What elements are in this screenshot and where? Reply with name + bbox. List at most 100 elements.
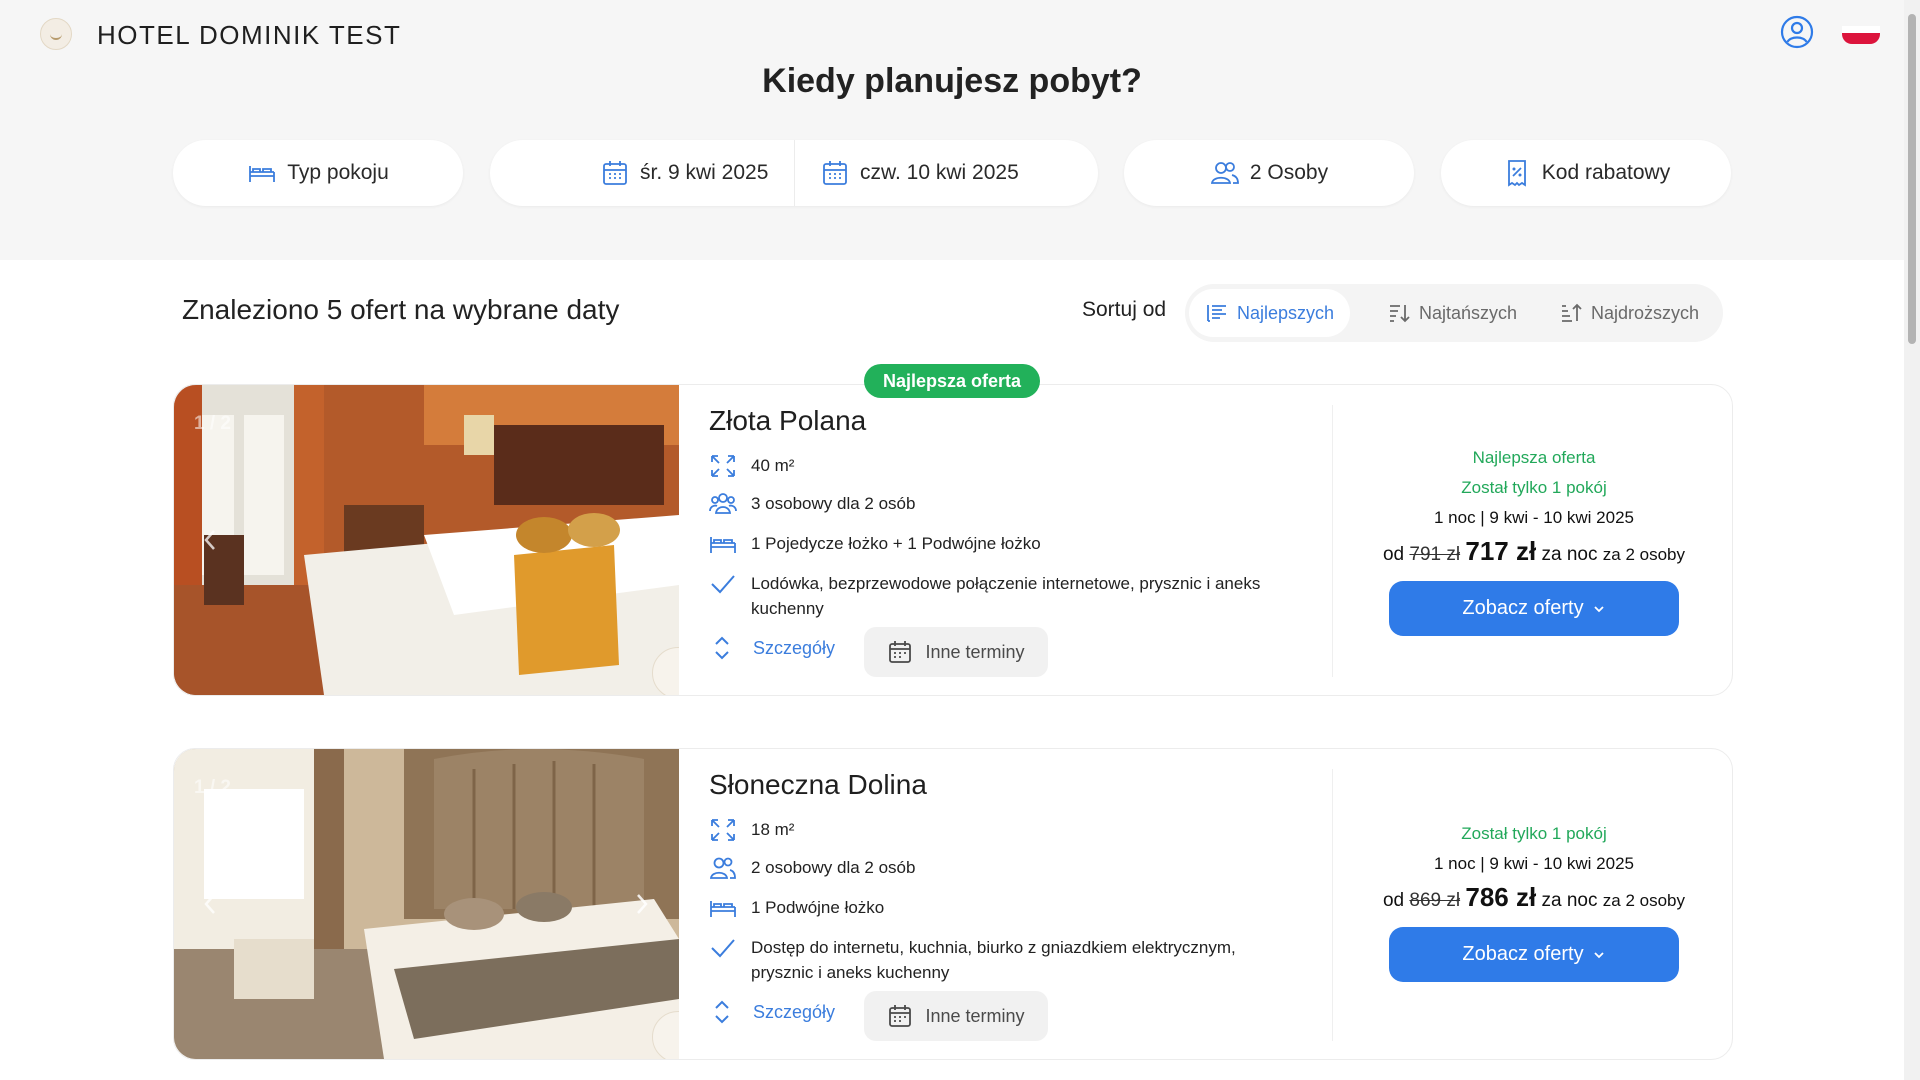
date-range-selector[interactable]: śr. 9 kwi 2025 czw. 10 kwi 2025 (490, 140, 1098, 206)
chevron-down-icon (1593, 951, 1604, 958)
image-counter: 1 / 2 (194, 413, 231, 434)
sort-ascending-icon (1390, 305, 1410, 323)
bed-icon (710, 537, 736, 553)
hotel-logo[interactable] (40, 18, 72, 50)
see-offers-button[interactable]: Zobacz oferty (1389, 581, 1679, 636)
expand-arrows-icon (711, 455, 735, 477)
room-card: 1 / 2 Złota Polana 40 m² 3 osobowy dla 2… (173, 384, 1733, 696)
other-dates-button[interactable]: Inne terminy (864, 991, 1048, 1041)
sort-most-expensive-button[interactable]: Najdroższych (1543, 289, 1715, 337)
room-amenities-value: Lodówka, bezprzewodowe połączenie intern… (751, 574, 1261, 618)
price-from: od (1382, 890, 1405, 911)
calendar-icon (889, 641, 912, 663)
card-divider (1332, 769, 1333, 1041)
sort-cheapest-label: Najtańszych (1419, 302, 1518, 323)
promo-code-selector[interactable]: Kod rabatowy (1441, 140, 1731, 206)
chevron-left-icon[interactable] (198, 891, 224, 917)
sort-most-expensive-label: Najdroższych (1591, 302, 1700, 323)
room-beds: 1 Podwójne łożko (709, 895, 884, 921)
room-area-value: 18 m² (751, 820, 795, 839)
user-account-icon[interactable] (1780, 15, 1814, 49)
expand-arrows-icon (711, 819, 735, 841)
stay-dates: 1 noc | 9 kwi - 10 kwi 2025 (1433, 508, 1634, 527)
page-scrollbar[interactable] (1904, 0, 1920, 1080)
calendar-icon (823, 161, 847, 185)
room-area: 40 m² (709, 453, 794, 479)
search-header-section: HOTEL DOMINIK TEST Kiedy planujesz pobyt… (0, 0, 1904, 260)
details-toggle[interactable]: Szczegóły (709, 999, 835, 1025)
room-capacity-value: 2 osobowy dla 2 osób (751, 858, 916, 877)
check-in-date[interactable]: śr. 9 kwi 2025 (600, 140, 768, 206)
bed-icon (710, 901, 736, 917)
image-counter: 1 / 2 (194, 777, 231, 798)
date-divider (794, 140, 795, 206)
other-dates-label: Inne terminy (925, 1005, 1025, 1026)
chevron-left-icon[interactable] (198, 527, 224, 553)
room-beds-value: 1 Podwójne łożko (751, 898, 885, 917)
for-people: za 2 osoby (1602, 891, 1685, 910)
expand-collapse-icon (715, 1000, 729, 1024)
bed-icon (249, 166, 276, 182)
expand-collapse-icon (715, 636, 729, 660)
checkmark-icon (711, 939, 735, 958)
room-photo-carousel[interactable]: 1 / 2 (174, 749, 679, 1059)
sort-best-button[interactable]: Najlepszych (1189, 289, 1351, 337)
check-out-date[interactable]: czw. 10 kwi 2025 (820, 140, 1019, 206)
room-amenities: Lodówka, bezprzewodowe połączenie intern… (709, 571, 1281, 621)
old-price: 869 zł (1409, 890, 1461, 911)
room-amenities: Dostęp do internetu, kuchnia, biurko z g… (709, 935, 1281, 985)
room-beds-value: 1 Pojedycze łożko + 1 Podwójne łożko (751, 534, 1041, 553)
group-icon (709, 493, 737, 514)
room-name[interactable]: Złota Polana (709, 405, 866, 437)
room-type-selector[interactable]: Typ pokoju (173, 140, 463, 206)
room-photo (174, 749, 679, 1059)
old-price: 791 zł (1409, 544, 1461, 565)
sort-best-label: Najlepszych (1237, 302, 1335, 323)
other-dates-button[interactable]: Inne terminy (864, 627, 1048, 677)
chevron-right-icon[interactable] (628, 527, 654, 553)
sort-label: Sortuj od (1082, 298, 1167, 321)
polish-flag-language-icon[interactable] (1842, 26, 1880, 44)
details-label: Szczegóły (753, 637, 836, 658)
best-offer-badge: Najlepsza oferta (864, 364, 1040, 398)
room-capacity-value: 3 osobowy dla 2 osób (751, 494, 916, 513)
room-type-label: Typ pokoju (287, 161, 389, 184)
sort-cheapest-button[interactable]: Najtańszych (1371, 289, 1533, 337)
hotel-name[interactable]: HOTEL DOMINIK TEST (97, 20, 401, 51)
people-icon (1210, 162, 1239, 184)
room-name[interactable]: Słoneczna Dolina (709, 769, 927, 801)
per-night: za noc (1541, 544, 1598, 565)
results-summary: Znaleziono 5 ofert na wybrane daty (182, 294, 620, 325)
other-dates-label: Inne terminy (925, 641, 1025, 662)
card-divider (1332, 405, 1333, 677)
chevron-right-icon[interactable] (628, 891, 654, 917)
details-toggle[interactable]: Szczegóły (709, 635, 835, 661)
scrollbar-thumb[interactable] (1908, 14, 1916, 344)
people-icon (709, 857, 736, 879)
list-icon (1207, 305, 1226, 322)
room-amenities-value: Dostęp do internetu, kuchnia, biurko z g… (751, 938, 1236, 982)
calendar-icon (889, 1005, 912, 1027)
price-panel: Został tylko 1 pokój 1 noc | 9 kwi - 10 … (1334, 819, 1734, 982)
room-area-value: 40 m² (751, 456, 795, 475)
guests-label: 2 Osoby (1249, 161, 1329, 184)
guests-selector[interactable]: 2 Osoby (1124, 140, 1414, 206)
room-photo (174, 385, 679, 695)
discount-coupon-icon (1507, 160, 1526, 187)
price-from: od (1382, 544, 1405, 565)
room-area: 18 m² (709, 817, 794, 843)
room-beds: 1 Pojedycze łożko + 1 Podwójne łożko (709, 531, 1041, 557)
for-people: za 2 osoby (1602, 545, 1685, 564)
see-offers-button[interactable]: Zobacz oferty (1389, 927, 1679, 982)
availability-label: Został tylko 1 pokój (1461, 478, 1607, 497)
promo-code-label: Kod rabatowy (1541, 161, 1671, 184)
sort-descending-icon (1562, 303, 1582, 322)
room-photo-carousel[interactable]: 1 / 2 (174, 385, 679, 695)
price-panel: Najlepsza oferta Został tylko 1 pokój 1 … (1334, 443, 1734, 636)
per-night: za noc (1541, 890, 1598, 911)
room-capacity: 3 osobowy dla 2 osób (709, 491, 915, 517)
chevron-down-icon (1593, 605, 1604, 612)
checkmark-icon (711, 575, 735, 594)
details-label: Szczegóły (753, 1001, 836, 1022)
availability-label: Został tylko 1 pokój (1461, 824, 1607, 843)
